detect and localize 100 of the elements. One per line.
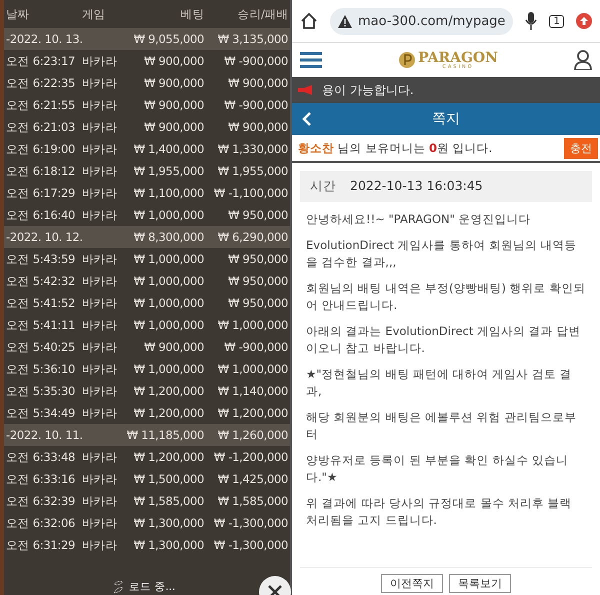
- time-cell-text: 오전 6:22:35: [5, 76, 76, 90]
- loading-label: 로드 중...: [127, 580, 178, 594]
- home-icon[interactable]: [300, 12, 318, 30]
- bet-cell-text: ₩ 1,000,000: [132, 362, 205, 376]
- bet-cell-text: ₩ 1,000,000: [132, 318, 205, 332]
- microphone-icon[interactable]: [525, 12, 538, 30]
- game-cell-text: 바카라: [82, 340, 118, 354]
- bet-cell-text: ₩ 1,000,000: [132, 208, 205, 222]
- game-cell-text: 바카라: [82, 538, 118, 552]
- result-cell-text: ₩ 1,000,000: [216, 318, 289, 332]
- bet-cell-text: ₩ 1,300,000: [132, 538, 205, 552]
- game-cell-text: 바카라: [82, 120, 118, 134]
- time-value: 2022-10-13 16:03:45: [350, 178, 483, 195]
- game-cell-text: 바카라: [82, 516, 118, 530]
- group-bet-total: ₩ 11,185,000: [126, 428, 205, 442]
- bet-cell-text: ₩ 1,400,000: [132, 142, 205, 156]
- result-cell-text: ₩ 950,000: [227, 208, 289, 222]
- result-cell-text: ₩ 1,140,000: [216, 384, 289, 398]
- result-cell-text: ₩ -900,000: [223, 54, 289, 68]
- result-cell-text: ₩ -900,000: [223, 98, 289, 112]
- result-cell-text: ₩ -1,100,000: [212, 186, 289, 200]
- time-cell-text: 오전 5:36:10: [5, 362, 76, 376]
- group-bet-total: ₩ 8,300,000: [132, 230, 205, 244]
- game-cell-text: 바카라: [82, 164, 118, 178]
- logo-emblem-icon: [398, 51, 416, 69]
- game-cell-text: 바카라: [82, 142, 118, 156]
- game-cell-text: 바카라: [82, 186, 118, 200]
- time-cell-text: 오전 5:41:11: [5, 318, 76, 332]
- game-cell-text: 바카라: [82, 406, 118, 420]
- time-cell-text: 오전 5:34:49: [5, 406, 76, 420]
- notice-text: 용이 가능합니다.: [322, 82, 414, 98]
- time-cell-text: 오전 6:32:39: [5, 494, 76, 508]
- menu-icon[interactable]: [300, 52, 322, 68]
- game-cell-text: 바카라: [82, 98, 118, 112]
- bet-cell-text: ₩ 1,300,000: [132, 516, 205, 530]
- result-cell-text: ₩ 900,000: [227, 120, 289, 134]
- result-cell-text: ₩ 950,000: [227, 296, 289, 310]
- time-cell-text: 오전 5:40:25: [5, 340, 76, 354]
- bet-cell-text: ₩ 900,000: [143, 76, 205, 90]
- group-result-total: ₩ 3,135,000: [216, 32, 289, 46]
- result-cell-text: ₩ 1,585,000: [216, 494, 289, 508]
- bet-cell-text: ₩ 1,200,000: [132, 384, 205, 398]
- time-cell-text: 오전 6:17:29: [5, 186, 76, 200]
- time-cell-text: 오전 6:21:55: [5, 98, 76, 112]
- bet-cell-text: ₩ 900,000: [143, 120, 205, 134]
- bet-cell-text: ₩ 1,200,000: [132, 450, 205, 464]
- user-icon[interactable]: [574, 50, 592, 70]
- time-cell-text: 오전 5:43:59: [5, 252, 76, 266]
- game-cell-text: 바카라: [82, 384, 118, 398]
- game-cell-text: 바카라: [82, 362, 118, 376]
- bet-cell-text: ₩ 900,000: [143, 54, 205, 68]
- result-cell-text: ₩ 900,000: [227, 76, 289, 90]
- message-paragraph: 아래의 결과는 EvolutionDirect 게임사의 결과 답변이오니 참고 바랍니다.: [305, 323, 582, 357]
- result-cell-text: ₩ 1,000,000: [216, 362, 289, 376]
- url-text: mao-300.com/mypage: [358, 14, 506, 28]
- result-cell-text: ₩ -1,300,000: [212, 538, 289, 552]
- bet-cell-text: ₩ 1,500,000: [132, 472, 205, 486]
- bet-cell-text: ₩ 900,000: [143, 340, 205, 354]
- time-cell-text: 오전 6:32:06: [5, 516, 76, 530]
- message-paragraph: ★"정현철님의 배팅 패턴에 대하여 게임사 검토 결과,: [305, 366, 573, 400]
- group-date: -2022. 10. 11.: [5, 428, 84, 442]
- column-header: 베팅: [180, 6, 205, 22]
- result-cell-text: ₩ 1,200,000: [216, 406, 289, 420]
- result-cell-text: ₩ -900,000: [223, 340, 289, 354]
- group-result-total: ₩ 1,260,000: [216, 428, 289, 442]
- result-cell-text: ₩ 950,000: [227, 274, 289, 288]
- tab-count[interactable]: 1: [549, 14, 564, 28]
- bet-cell-text: ₩ 1,000,000: [132, 252, 205, 266]
- result-cell-text: ₩ -1,300,000: [212, 516, 289, 530]
- column-header: 날짜: [5, 6, 30, 22]
- bet-cell-text: ₩ 1,100,000: [132, 186, 205, 200]
- message-paragraph: 양방유저로 등록이 된 부분을 확인 하실수 있습니다."★: [305, 452, 569, 486]
- game-cell-text: 바카라: [82, 54, 118, 68]
- time-cell-text: 오전 6:33:16: [5, 472, 76, 486]
- game-cell-text: 바카라: [82, 252, 118, 266]
- message-nav-button[interactable]: 이전쪽지: [381, 574, 443, 593]
- message-paragraph: 해당 회원분의 배팅은 에볼루션 위험 관리팀으로부터: [305, 409, 578, 443]
- result-cell-text: ₩ 1,330,000: [216, 142, 289, 156]
- extension-icon[interactable]: [576, 13, 592, 29]
- message-nav-button[interactable]: 목록보기: [449, 574, 511, 593]
- game-cell-text: 바카라: [82, 76, 118, 90]
- time-label: 시간: [310, 178, 336, 195]
- bet-cell-text: ₩ 1,955,000: [132, 164, 205, 178]
- column-header: 게임: [82, 6, 106, 22]
- back-icon[interactable]: [302, 112, 312, 126]
- time-cell-text: 오전 6:23:17: [5, 54, 76, 68]
- result-cell-text: ₩ 1,955,000: [216, 164, 289, 178]
- bet-cell-text: ₩ 1,000,000: [132, 274, 205, 288]
- balance-text: 황소찬 님의 보유머니는 0원 입니다.: [298, 140, 492, 156]
- game-cell-text: 바카라: [82, 494, 118, 508]
- time-cell-text: 오전 5:41:52: [5, 296, 76, 310]
- message-paragraph: 위 결과에 따라 당사의 규정대로 몰수 처리후 블랙 처리됨을 고지 드립니다.: [305, 495, 573, 529]
- game-cell-text: 바카라: [82, 296, 118, 310]
- group-result-total: ₩ 6,290,000: [216, 230, 289, 244]
- game-cell-text: 바카라: [82, 208, 118, 222]
- address-bar[interactable]: mao-300.com/mypage: [330, 8, 514, 34]
- column-header: 승리/패배: [236, 6, 289, 22]
- message-paragraph: EvolutionDirect 게임사를 통하여 회원님의 내역등을 검수한 결과,,,: [305, 237, 578, 271]
- game-cell-text: 바카라: [82, 450, 118, 464]
- time-cell-text: 오전 6:18:12: [5, 164, 76, 178]
